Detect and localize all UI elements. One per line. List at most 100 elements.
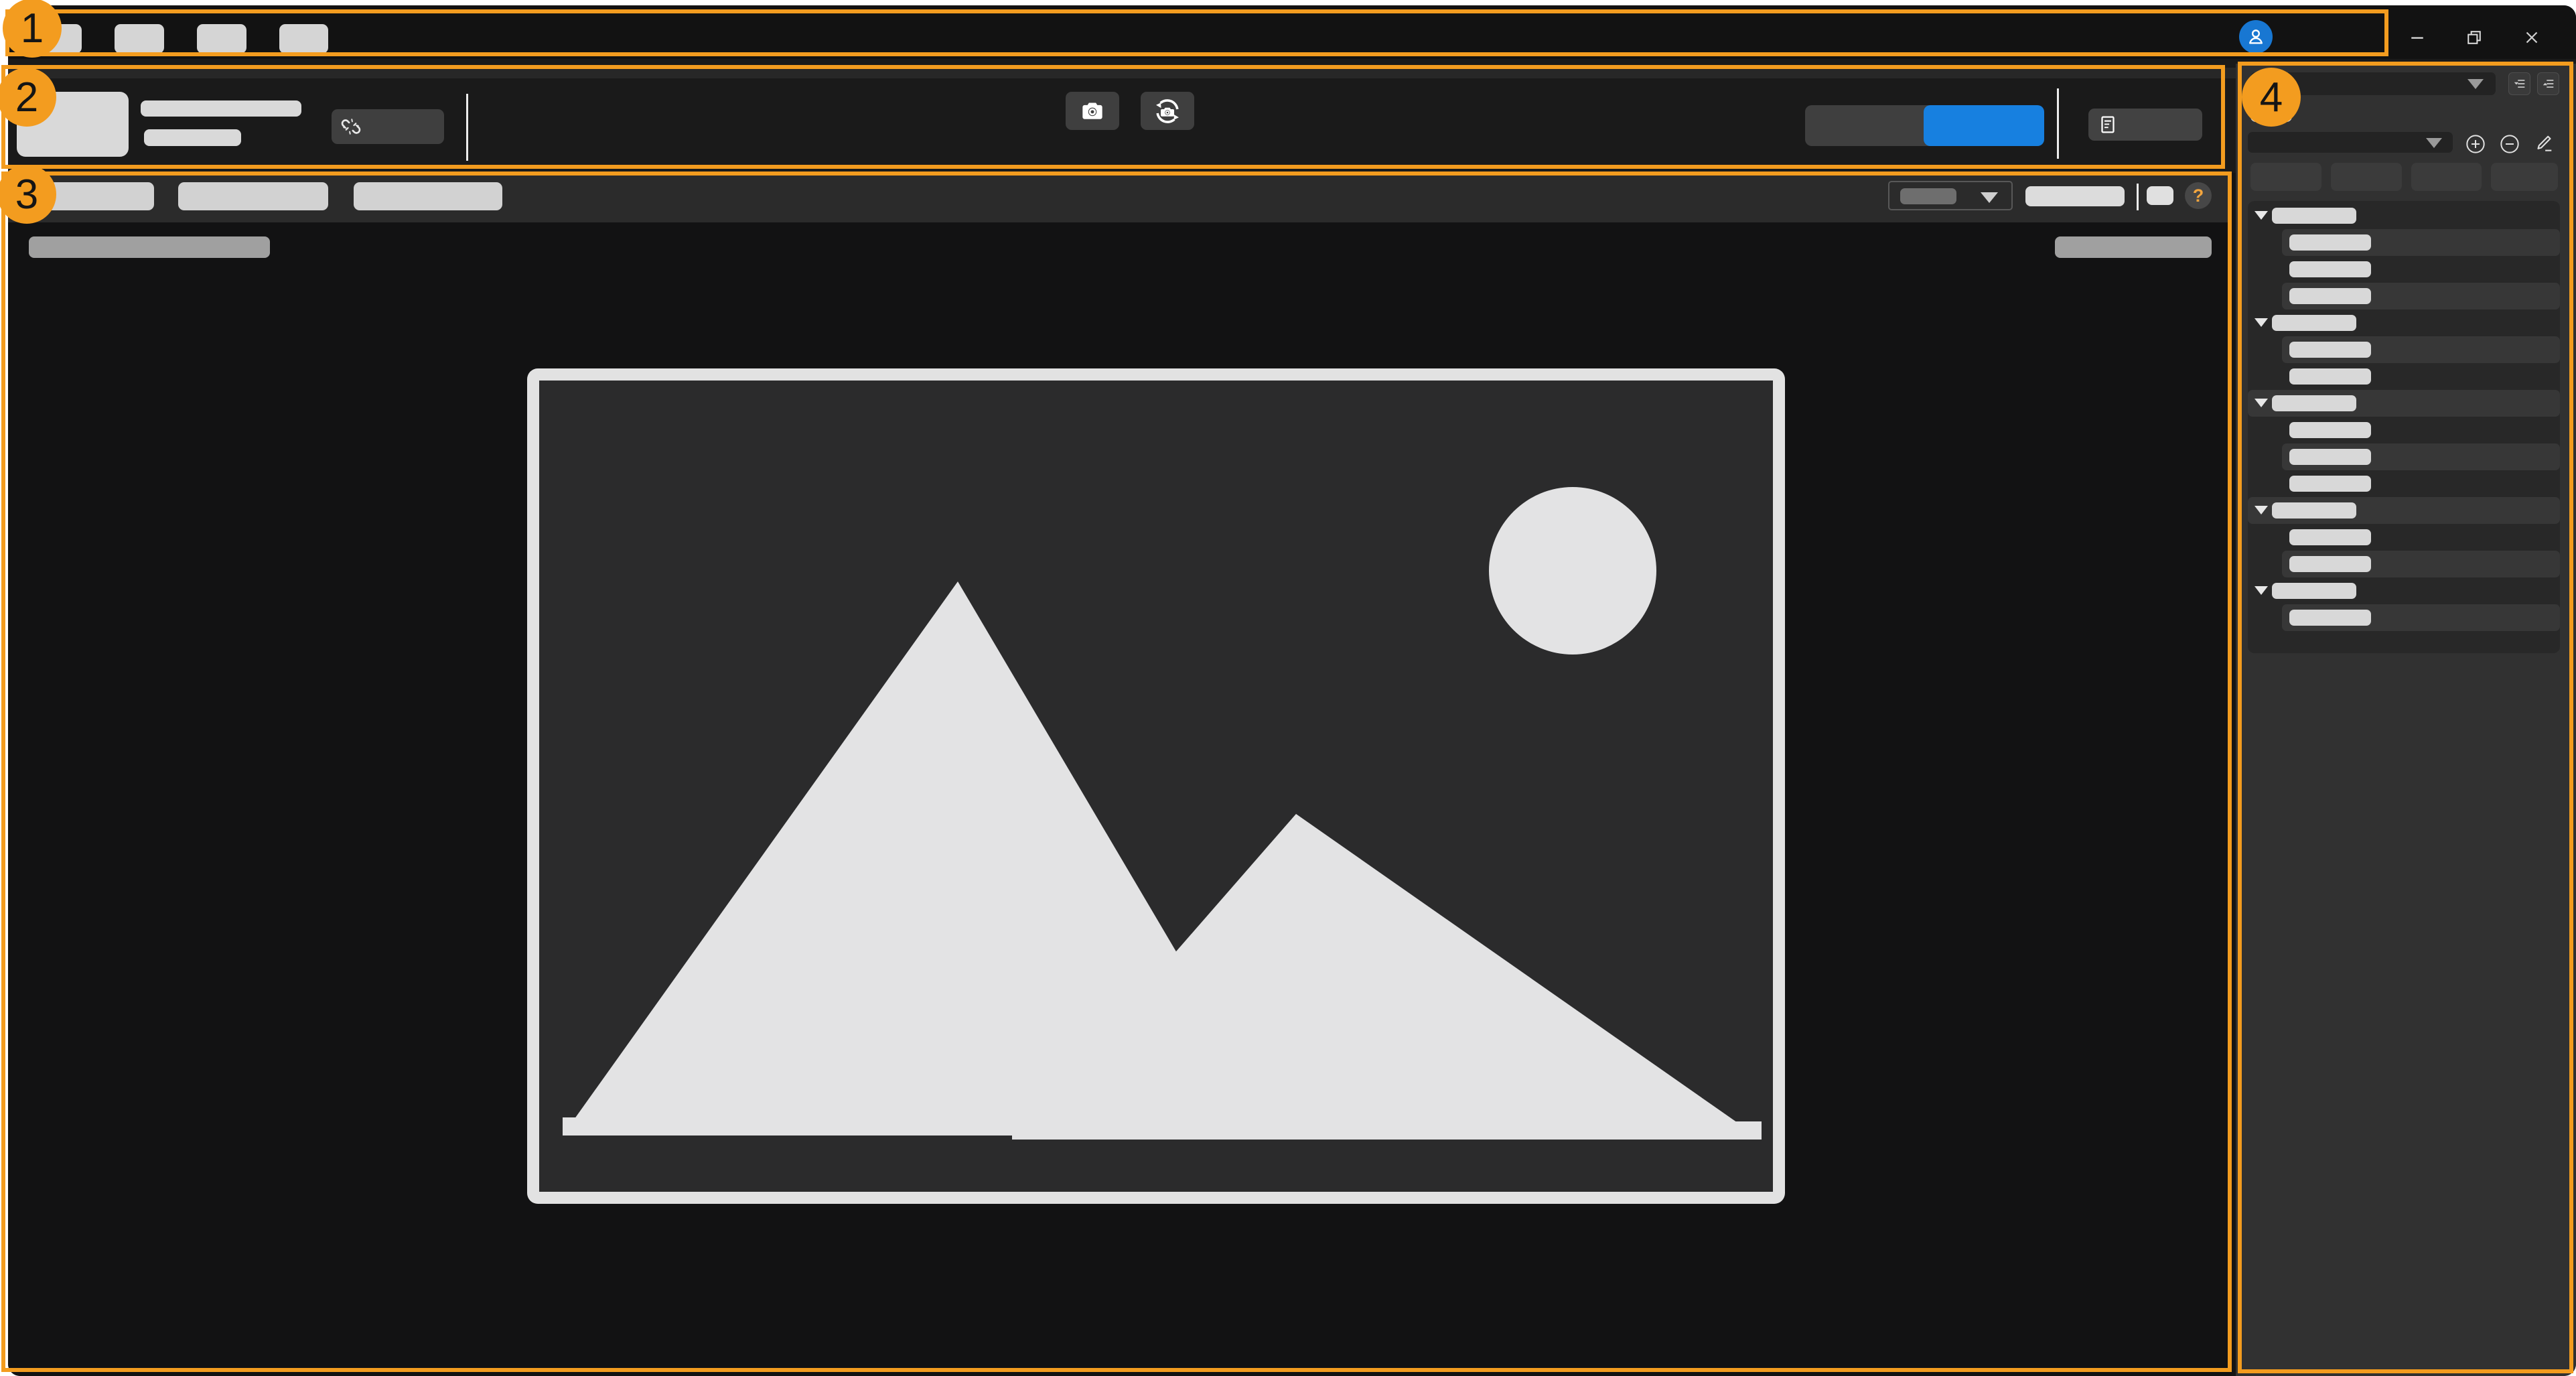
image-placeholder-graphic	[539, 381, 1773, 1192]
screenshot-root: ?	[0, 0, 2576, 1376]
toolbar-separator-2	[2057, 88, 2059, 159]
image-placeholder	[527, 368, 1785, 1204]
tree-item-label-placeholder	[2289, 368, 2371, 385]
log-button[interactable]	[2088, 109, 2202, 141]
tree-child-row[interactable]	[2282, 336, 2560, 363]
tree-expand-arrow-icon[interactable]	[2255, 586, 2268, 595]
plus-icon	[2465, 133, 2486, 155]
tree-child-row[interactable]	[2282, 256, 2560, 283]
tab-placeholder[interactable]	[42, 182, 154, 210]
person-icon	[2244, 25, 2267, 48]
minus-icon	[2499, 133, 2520, 155]
tree-parent-row[interactable]	[2248, 497, 2560, 524]
sidebar-segment-button[interactable]	[2331, 163, 2402, 191]
tab-placeholder[interactable]	[178, 182, 328, 210]
tree-item-label-placeholder	[2272, 395, 2356, 411]
mode-toggle	[1805, 105, 2044, 146]
sidebar-segment-button[interactable]	[2411, 163, 2482, 191]
tree-child-row[interactable]	[2282, 524, 2560, 551]
remove-button[interactable]	[2499, 133, 2520, 158]
tree-expand-arrow-icon[interactable]	[2255, 211, 2268, 220]
collapse-all-icon	[2512, 76, 2527, 91]
menu-item-placeholder[interactable]	[279, 24, 328, 54]
expand-all-button[interactable]	[2537, 72, 2559, 95]
toolbar-separator	[466, 94, 468, 161]
menu-item-placeholder[interactable]	[197, 24, 246, 54]
tree-item-label-placeholder	[2289, 234, 2371, 251]
view-dropdown-value-placeholder	[1900, 188, 1956, 204]
right-sidebar	[2236, 64, 2576, 1376]
sidebar-segment-button[interactable]	[2491, 163, 2558, 191]
dropdown-arrow-icon	[2467, 79, 2484, 89]
tree-item-label-placeholder	[2272, 502, 2356, 519]
tree-item-label-placeholder	[2272, 208, 2356, 224]
camera-icon	[1078, 96, 1107, 126]
annotation-badge-2: 2	[0, 68, 56, 127]
minimize-button[interactable]	[2403, 23, 2432, 52]
dropdown-arrow-icon	[1981, 192, 1998, 203]
tree-child-row[interactable]	[2282, 229, 2560, 256]
edit-icon	[2532, 132, 2555, 155]
tree-item-label-placeholder	[2289, 476, 2371, 492]
sidebar-recipe-dropdown[interactable]	[2248, 132, 2453, 153]
menu-item-placeholder[interactable]	[115, 24, 164, 54]
mode-toggle-right-segment-active[interactable]	[1924, 105, 2044, 146]
tree-child-row[interactable]	[2282, 604, 2560, 631]
tree-item-label-placeholder	[2289, 449, 2371, 465]
tree-item-label-placeholder	[2289, 610, 2371, 626]
step-tree	[2248, 201, 2560, 653]
app-window: ?	[8, 5, 2576, 1376]
annotation-badge-1: 1	[3, 0, 62, 58]
capture-continuous-button[interactable]	[1141, 92, 1194, 130]
restore-button[interactable]	[2459, 23, 2489, 52]
camera-status-placeholder	[144, 129, 241, 146]
title-bar	[8, 5, 2576, 59]
add-button[interactable]	[2465, 133, 2486, 158]
tabstrip-mini-placeholder	[2147, 186, 2173, 205]
disconnect-button[interactable]	[332, 109, 444, 144]
tree-parent-row[interactable]	[2248, 390, 2560, 417]
view-info-placeholder	[2055, 236, 2212, 258]
tree-item-label-placeholder	[2272, 583, 2356, 599]
main-work-area: ?	[8, 173, 2232, 1376]
view-dropdown[interactable]	[1888, 181, 2013, 210]
tree-expand-arrow-icon[interactable]	[2255, 506, 2268, 514]
annotation-badge-4: 4	[2242, 68, 2301, 127]
tab-placeholder[interactable]	[354, 182, 502, 210]
tree-parent-row[interactable]	[2248, 202, 2560, 229]
tree-parent-row[interactable]	[2248, 577, 2560, 604]
sidebar-segment-buttons	[2250, 163, 2558, 191]
tree-child-row[interactable]	[2282, 443, 2560, 470]
tree-item-label-placeholder	[2289, 342, 2371, 358]
tree-expand-arrow-icon[interactable]	[2255, 318, 2268, 327]
tree-child-row[interactable]	[2282, 417, 2560, 443]
minimize-icon	[2407, 27, 2427, 48]
tree-child-row[interactable]	[2282, 470, 2560, 497]
toolbar-divider-strip	[8, 68, 2576, 78]
tree-expand-arrow-icon[interactable]	[2255, 399, 2268, 407]
help-button[interactable]: ?	[2185, 182, 2212, 209]
expand-all-icon	[2541, 76, 2556, 91]
camera-refresh-icon	[1151, 95, 1184, 127]
edit-button[interactable]	[2532, 132, 2555, 158]
tree-parent-row[interactable]	[2248, 309, 2560, 336]
dropdown-arrow-icon	[2426, 138, 2442, 148]
tree-child-row[interactable]	[2282, 363, 2560, 390]
view-title-placeholder	[29, 236, 270, 258]
tree-item-label-placeholder	[2289, 422, 2371, 438]
mode-toggle-left-segment[interactable]	[1805, 105, 1932, 146]
tree-item-label-placeholder	[2289, 288, 2371, 304]
camera-name-placeholder	[141, 100, 301, 117]
tabstrip-separator	[2137, 184, 2139, 210]
annotation-badge-3: 3	[0, 165, 56, 224]
tree-child-row[interactable]	[2282, 551, 2560, 577]
collapse-all-button[interactable]	[2508, 72, 2530, 95]
sun-shape	[1489, 487, 1656, 655]
sidebar-segment-button[interactable]	[2250, 163, 2321, 191]
document-icon	[2096, 113, 2119, 136]
tree-child-row[interactable]	[2282, 283, 2560, 309]
capture-once-button[interactable]	[1066, 92, 1119, 130]
user-avatar-button[interactable]	[2239, 20, 2273, 54]
close-button[interactable]	[2517, 23, 2547, 52]
tabstrip-label-placeholder	[2025, 186, 2125, 206]
